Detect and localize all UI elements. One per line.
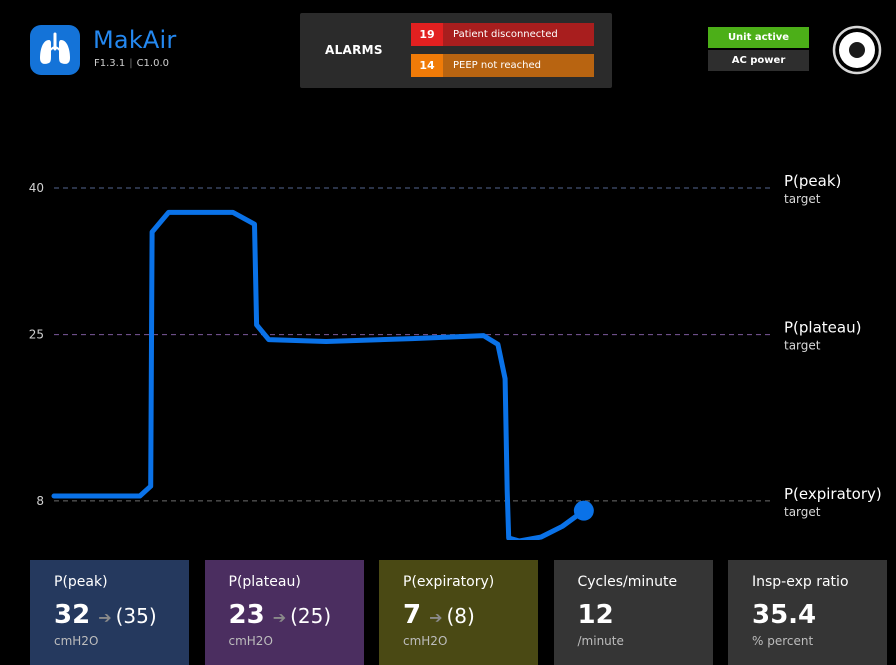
tile-p-expiratory: P(expiratory) 7 ➔ (8) cmH2O: [379, 560, 538, 665]
firmware-version: F1.3.1: [94, 58, 126, 69]
tile-value-row: 12: [578, 600, 614, 630]
tile-unit: /minute: [577, 634, 624, 648]
reference-sublabel: target: [784, 192, 821, 206]
reference-label: P(expiratory): [784, 485, 882, 503]
tile-value-row: 23 ➔ (25): [229, 600, 332, 630]
tile-label: P(peak): [54, 574, 108, 590]
tile-unit: cmH2O: [54, 634, 99, 648]
alarms-title: ALARMS: [325, 43, 383, 57]
tile-unit: % percent: [752, 634, 814, 648]
tile-value-row: 7 ➔ (8): [403, 600, 475, 630]
version-separator: |: [129, 58, 133, 69]
power-button[interactable]: [832, 25, 882, 75]
arrow-right-icon: ➔: [98, 608, 112, 627]
tile-value: 7: [403, 600, 422, 630]
y-tick-label: 25: [29, 328, 44, 342]
alarms-panel[interactable]: ALARMS 19 Patient disconnected 14 PEEP n…: [300, 13, 612, 88]
arrow-right-icon: ➔: [272, 608, 287, 627]
tile-value: 23: [228, 600, 265, 630]
tile-unit: cmH2O: [403, 634, 448, 648]
alarm-label: PEEP not reached: [443, 54, 594, 77]
tile-unit: cmH2O: [228, 634, 273, 648]
control-version: C1.0.0: [136, 58, 170, 69]
power-status-badge: AC power: [708, 50, 809, 71]
tile-value-row: 32 ➔ (35): [54, 600, 157, 630]
alarm-code-badge: 19: [411, 23, 443, 46]
tile-value-row: 35.4: [752, 600, 816, 630]
tile-value: 35.4: [752, 600, 817, 630]
reference-label: P(plateau): [784, 319, 861, 337]
arrow-right-icon: ➔: [429, 608, 443, 627]
tile-value: 12: [577, 600, 614, 630]
tile-p-peak: P(peak) 32 ➔ (35) cmH2O: [30, 560, 189, 665]
alarm-label: Patient disconnected: [443, 23, 594, 46]
tile-label: P(plateau): [228, 574, 301, 590]
makair-logo: [30, 25, 80, 75]
tile-p-plateau: P(plateau) 23 ➔ (25) cmH2O: [204, 560, 364, 665]
tile-target: (8): [446, 604, 475, 628]
tile-insp-exp-ratio: Insp-exp ratio 35.4 % percent: [728, 560, 887, 665]
app-title: MakAir: [93, 26, 177, 54]
current-point-marker: [573, 500, 594, 521]
tile-target: (35): [115, 604, 157, 628]
alarm-row[interactable]: 19 Patient disconnected: [411, 23, 594, 46]
version-info: F1.3.1 | C1.0.0: [94, 58, 169, 69]
power-icon: [832, 25, 882, 75]
tile-value: 32: [54, 600, 91, 630]
y-tick-label: 8: [36, 494, 44, 508]
pressure-chart: 40 P(peak) target 25 P(plateau) target 8 P(expi…: [29, 172, 882, 540]
tile-label: P(expiratory): [403, 574, 495, 590]
lungs-icon: [40, 32, 70, 64]
reference-sublabel: target: [784, 505, 821, 519]
reference-sublabel: target: [784, 339, 821, 353]
pressure-curve: [51, 209, 587, 540]
reference-label: P(peak): [784, 172, 841, 190]
tile-label: Insp-exp ratio: [752, 574, 849, 590]
alarm-code-badge: 14: [411, 54, 443, 77]
tile-target: (25): [290, 604, 332, 628]
alarm-row[interactable]: 14 PEEP not reached: [411, 54, 594, 77]
y-tick-label: 40: [29, 181, 44, 195]
unit-status-badge: Unit active: [708, 27, 809, 48]
tile-cycles-minute: Cycles/minute 12/minute: [553, 560, 713, 665]
tile-label: Cycles/minute: [577, 574, 678, 590]
